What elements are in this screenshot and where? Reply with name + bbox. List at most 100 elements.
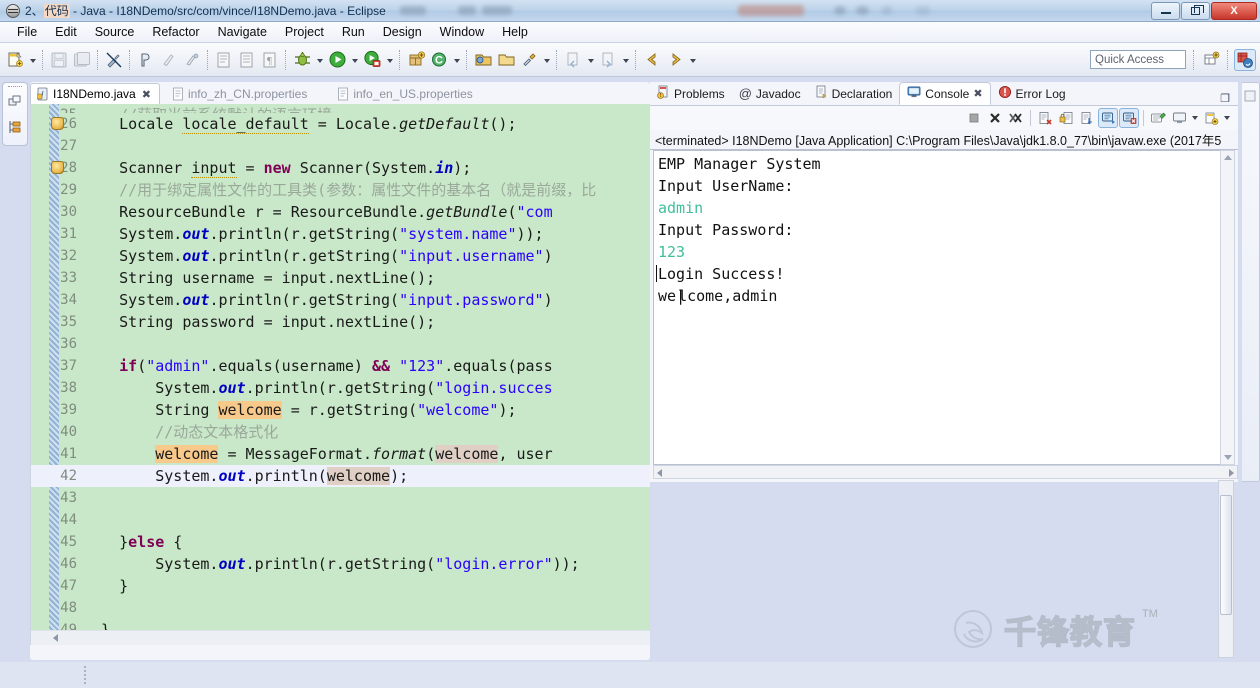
print-icon[interactable] [236,49,258,71]
search-icon[interactable] [518,49,540,71]
console-vertical-scrollbar[interactable] [1220,150,1235,465]
minimize-button[interactable] [1151,1,1180,20]
previous-edit-dropdown-icon[interactable] [585,49,596,71]
forward-icon[interactable] [664,49,686,71]
window-titlebar: 2、代码 - Java - I18NDemo/src/com/vince/I18… [0,0,1260,22]
debug-icon[interactable] [291,49,313,71]
code-line-current: 42 System.out.println(welcome); [31,465,650,487]
toolbar-separator [556,49,558,70]
run-dropdown-icon[interactable] [349,49,360,71]
console-line: Input UserName: [658,177,794,195]
scroll-left-icon[interactable] [53,634,58,642]
new-console-view-icon[interactable] [1201,108,1221,128]
run-coverage-dropdown-icon[interactable] [384,49,395,71]
new-wizard-icon[interactable] [4,49,26,71]
maximize-restore-button[interactable] [1181,1,1210,20]
menu-item-refactor[interactable]: Refactor [143,23,208,41]
outline-view-icon[interactable] [8,120,22,139]
editor-tab-info-en-us-properties[interactable]: info_en_US.properties [331,83,480,104]
view-tab-close-icon[interactable]: ✖ [973,87,982,100]
display-selected-console-icon[interactable] [1148,108,1168,128]
open-console-icon[interactable] [1169,108,1189,128]
next-edit-icon[interactable] [597,49,619,71]
view-tab-javadoc[interactable]: @ Javadoc [732,82,808,105]
warning-marker-icon[interactable] [51,161,64,174]
show-console-on-output-icon[interactable] [1098,108,1118,128]
next-annotation-icon[interactable] [181,49,203,71]
line-code: String welcome = r.getString("welcome"); [83,401,517,419]
editor-tab-info-zh-cn-properties[interactable]: info_zh_CN.properties [166,83,315,104]
back-icon[interactable] [641,49,663,71]
open-console-dropdown-icon[interactable] [1190,108,1200,128]
console-horizontal-scrollbar[interactable] [653,465,1238,479]
menu-item-design[interactable]: Design [374,23,431,41]
remove-launch-icon[interactable] [985,108,1005,128]
menu-item-navigate[interactable]: Navigate [209,23,276,41]
scrollbar-thumb[interactable] [1220,495,1232,615]
hidden-view-edge-panel[interactable] [1242,82,1260,482]
scroll-left-icon[interactable] [657,469,662,477]
collapsed-view-icon[interactable] [1244,89,1258,103]
menu-item-file[interactable]: File [8,23,46,41]
new-class-icon[interactable]: C [428,49,450,71]
warning-marker-icon[interactable] [51,117,64,130]
view-tab-console[interactable]: Console ✖ [899,82,991,105]
open-task-icon[interactable] [213,49,235,71]
menu-item-window[interactable]: Window [431,23,493,41]
remove-all-terminated-icon[interactable] [1006,108,1026,128]
save-icon[interactable] [48,49,70,71]
menu-item-edit[interactable]: Edit [46,23,86,41]
close-button[interactable]: X [1211,1,1257,20]
forward-dropdown-icon[interactable] [687,49,698,71]
pin-console-icon[interactable] [1119,108,1139,128]
new-wizard-dropdown-icon[interactable] [27,49,38,71]
window-title: 2、代码 - Java - I18NDemo/src/com/vince/I18… [25,4,386,18]
new-class-dropdown-icon[interactable] [451,49,462,71]
menu-item-source[interactable]: Source [86,23,144,41]
new-java-package-icon[interactable] [405,49,427,71]
quick-access-input[interactable]: Quick Access [1090,50,1186,69]
debug-dropdown-icon[interactable] [314,49,325,71]
scroll-down-icon[interactable] [1221,451,1234,464]
code-line: 31 System.out.println(r.getString("syste… [31,223,650,245]
menu-item-help[interactable]: Help [493,23,537,41]
skip-breakpoints-icon[interactable] [158,49,180,71]
toggle-mark-occurrences-icon[interactable] [135,49,157,71]
view-minimize-icon[interactable]: ❐ [1220,92,1238,105]
declaration-icon [815,85,828,102]
search-dropdown-icon[interactable] [541,49,552,71]
view-tab-problems[interactable]: ! Problems [650,82,732,105]
line-number: 41 [60,446,77,462]
paragraph-icon[interactable]: ¶ [259,49,281,71]
line-code: Scanner input = new Scanner(System.in); [83,159,472,178]
new-java-project-icon[interactable] [1200,49,1222,71]
save-all-icon[interactable] [71,49,93,71]
menu-item-run[interactable]: Run [333,23,374,41]
run-coverage-icon[interactable] [361,49,383,71]
console-output[interactable]: EMP Manager System Input UserName: admin… [653,150,1223,465]
scroll-up-icon[interactable] [1221,151,1234,164]
scroll-right-icon[interactable] [1229,469,1234,477]
previous-edit-icon[interactable] [562,49,584,71]
terminate-icon[interactable] [964,108,984,128]
view-tab-declaration[interactable]: Declaration [808,82,900,105]
java-perspective-icon[interactable] [1234,48,1256,71]
no-quick-fix-icon[interactable] [103,49,125,71]
code-editor[interactable]: 25 //获取当前系统默认的语言环境 26 Locale locale_defa… [30,104,650,645]
scroll-lock-icon[interactable] [1056,108,1076,128]
editor-vertical-scrollbar[interactable] [1218,480,1234,658]
new-console-view-dropdown-icon[interactable] [1222,108,1232,128]
next-edit-dropdown-icon[interactable] [620,49,631,71]
run-icon[interactable] [326,49,348,71]
editor-tab-close-icon[interactable]: ✖ [142,88,151,101]
view-tab-error-log[interactable]: Error Log [991,82,1073,105]
restore-view-icon[interactable] [8,95,22,114]
editor-horizontal-scrollbar[interactable] [31,630,650,645]
clear-console-icon[interactable] [1035,108,1055,128]
menu-item-project[interactable]: Project [276,23,333,41]
open-resource-icon[interactable] [495,49,517,71]
open-type-icon[interactable] [472,49,494,71]
word-wrap-icon[interactable] [1077,108,1097,128]
editor-tab-i18ndemo-java[interactable]: J I18NDemo.java ✖ [30,83,160,104]
